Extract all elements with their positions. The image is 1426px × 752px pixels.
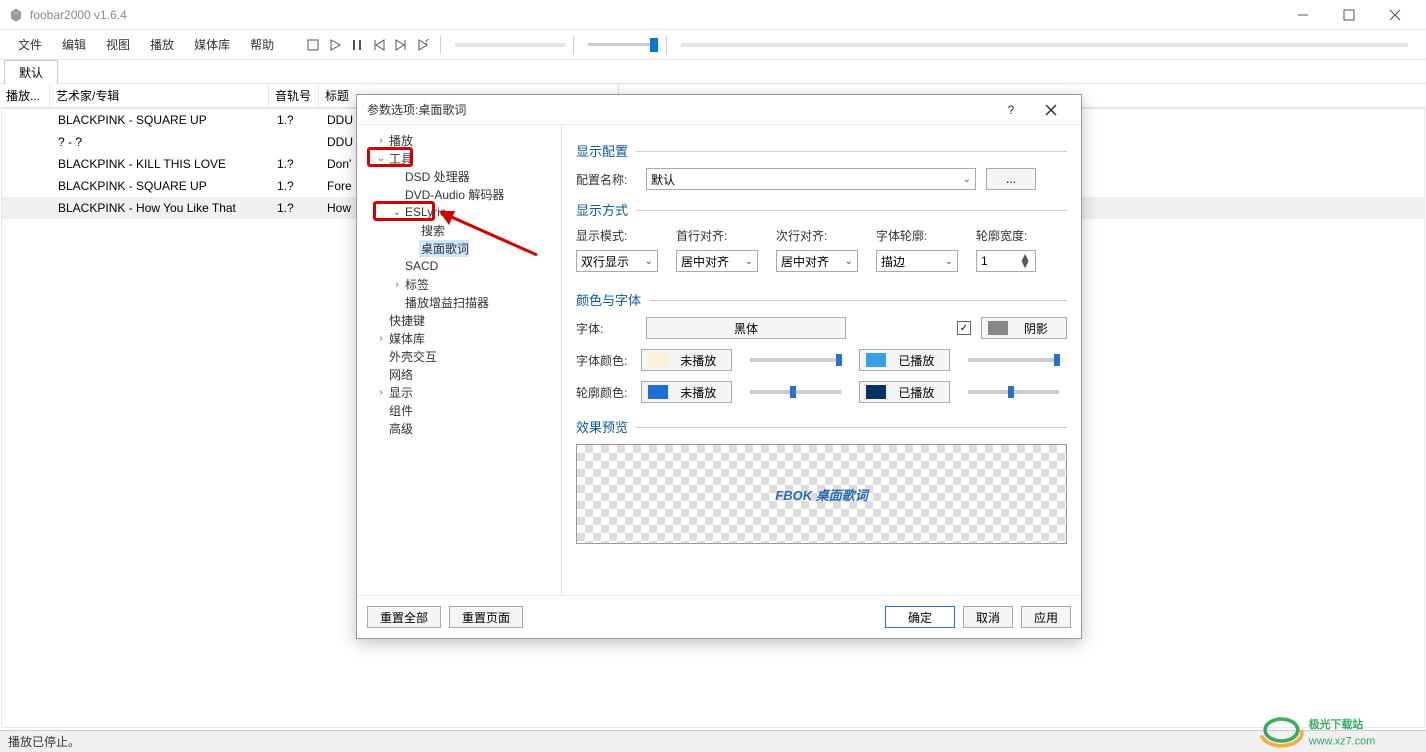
fontcolor-notplayed-button[interactable]: 未播放	[641, 349, 732, 371]
fontcolor-notplayed-slider[interactable]	[750, 358, 841, 362]
tree-advanced[interactable]: 高级	[357, 419, 561, 437]
app-logo-icon	[8, 7, 24, 23]
select-second-align[interactable]: 居中对齐⌄	[776, 250, 858, 272]
label-font: 字体:	[576, 320, 636, 337]
tree-library[interactable]: ›媒体库	[357, 329, 561, 347]
preferences-tree: ›播放 ⌄工具 DSD 处理器 DVD-Audio 解码器 ⌄ESLyric 搜…	[357, 125, 562, 595]
dialog-close-button[interactable]	[1031, 96, 1071, 124]
preferences-panel: 显示配置 配置名称: 默认⌄ ... 显示方式 显示模式:双行显示⌄ 首行对齐:…	[562, 125, 1081, 595]
cancel-button[interactable]: 取消	[963, 606, 1013, 628]
menu-library[interactable]: 媒体库	[184, 32, 240, 57]
tree-network[interactable]: 网络	[357, 365, 561, 383]
select-mode[interactable]: 双行显示⌄	[576, 250, 658, 272]
config-more-button[interactable]: ...	[986, 168, 1036, 190]
reset-page-button[interactable]: 重置页面	[449, 606, 523, 628]
menu-file[interactable]: 文件	[8, 32, 52, 57]
menu-view[interactable]: 视图	[96, 32, 140, 57]
close-button[interactable]	[1372, 0, 1418, 30]
help-button[interactable]: ?	[991, 96, 1031, 124]
maximize-button[interactable]	[1326, 0, 1372, 30]
select-first-align[interactable]: 居中对齐⌄	[676, 250, 758, 272]
label-outline-color: 轮廓颜色:	[576, 384, 631, 401]
random-icon[interactable]: ?	[414, 36, 432, 54]
svg-text:www.xz7.com: www.xz7.com	[1308, 736, 1376, 748]
fontcolor-played-button[interactable]: 已播放	[859, 349, 950, 371]
tree-sacd[interactable]: SACD	[357, 257, 561, 275]
tree-component[interactable]: 组件	[357, 401, 561, 419]
outlinecolor-played-slider[interactable]	[968, 390, 1059, 394]
tree-gain[interactable]: 播放增益扫描器	[357, 293, 561, 311]
tree-dsd[interactable]: DSD 处理器	[357, 167, 561, 185]
tree-display[interactable]: ›显示	[357, 383, 561, 401]
svg-text:?: ?	[423, 39, 429, 47]
font-button[interactable]: 黑体	[646, 317, 846, 339]
titlebar: foobar2000 v1.6.4	[0, 0, 1426, 30]
prev-icon[interactable]	[370, 36, 388, 54]
next-icon[interactable]	[392, 36, 410, 54]
tree-tools[interactable]: ⌄工具	[357, 149, 561, 167]
playlist-tabs: 默认	[0, 60, 1426, 84]
statusbar: 播放已停止。	[0, 730, 1426, 752]
menubar: 文件 编辑 视图 播放 媒体库 帮助 ?	[0, 30, 1426, 60]
spinner-outline-width[interactable]: 1▲▼	[976, 250, 1036, 272]
preferences-dialog: 参数选项:桌面歌词 ? ›播放 ⌄工具 DSD 处理器 DVD-Audio 解码…	[356, 94, 1082, 639]
tree-search[interactable]: 搜索	[357, 221, 561, 239]
preview-text: FBOK 桌面歌词	[775, 485, 867, 504]
label-font-color: 字体颜色:	[576, 352, 631, 369]
section-color-font: 颜色与字体	[576, 290, 1067, 309]
outlinecolor-notplayed-button[interactable]: 未播放	[641, 381, 732, 403]
label-config-name: 配置名称:	[576, 171, 636, 188]
menu-play[interactable]: 播放	[140, 32, 184, 57]
section-display-config: 显示配置	[576, 141, 1067, 160]
window-title: foobar2000 v1.6.4	[30, 8, 1280, 22]
tab-default[interactable]: 默认	[4, 60, 58, 84]
select-config-name[interactable]: 默认⌄	[646, 168, 976, 190]
dialog-title: 参数选项:桌面歌词	[367, 101, 991, 118]
ok-button[interactable]: 确定	[885, 606, 955, 628]
col-track[interactable]: 音轨号	[269, 84, 319, 107]
tree-dvd[interactable]: DVD-Audio 解码器	[357, 185, 561, 203]
tree-shell[interactable]: 外壳交互	[357, 347, 561, 365]
minimize-button[interactable]	[1280, 0, 1326, 30]
progress-bar[interactable]	[681, 43, 1408, 47]
outlinecolor-played-button[interactable]: 已播放	[859, 381, 950, 403]
pause-icon[interactable]	[348, 36, 366, 54]
section-display-mode: 显示方式	[576, 200, 1067, 219]
preview-area: FBOK 桌面歌词	[576, 444, 1067, 544]
dialog-footer: 重置全部 重置页面 确定 取消 应用	[357, 595, 1081, 638]
svg-text:极光下载站: 极光下载站	[1309, 717, 1364, 731]
menu-help[interactable]: 帮助	[240, 32, 284, 57]
tree-eslyric[interactable]: ⌄ESLyric	[357, 203, 561, 221]
play-icon[interactable]	[326, 36, 344, 54]
volume-slider[interactable]	[588, 43, 658, 46]
fontcolor-played-slider[interactable]	[968, 358, 1059, 362]
menu-edit[interactable]: 编辑	[52, 32, 96, 57]
select-outline[interactable]: 描边⌄	[876, 250, 958, 272]
shadow-checkbox[interactable]: ✓	[957, 321, 971, 335]
tree-desktop-lyric[interactable]: 桌面歌词	[357, 239, 561, 257]
tree-tags[interactable]: ›标签	[357, 275, 561, 293]
playback-toolbar: ?	[304, 36, 671, 54]
stop-icon[interactable]	[304, 36, 322, 54]
apply-button[interactable]: 应用	[1021, 606, 1071, 628]
col-artist[interactable]: 艺术家/专辑	[50, 84, 269, 107]
tree-playback[interactable]: ›播放	[357, 131, 561, 149]
col-play[interactable]: 播放...	[0, 84, 50, 107]
seekbar[interactable]	[455, 43, 565, 47]
shadow-color-button[interactable]: 阴影	[981, 317, 1067, 339]
section-preview: 效果预览	[576, 417, 1067, 436]
status-text: 播放已停止。	[8, 733, 80, 750]
watermark: 极光下载站 www.xz7.com	[1246, 708, 1426, 752]
reset-all-button[interactable]: 重置全部	[367, 606, 441, 628]
outlinecolor-notplayed-slider[interactable]	[750, 390, 841, 394]
tree-shortcut[interactable]: 快捷键	[357, 311, 561, 329]
dialog-titlebar: 参数选项:桌面歌词 ?	[357, 95, 1081, 125]
